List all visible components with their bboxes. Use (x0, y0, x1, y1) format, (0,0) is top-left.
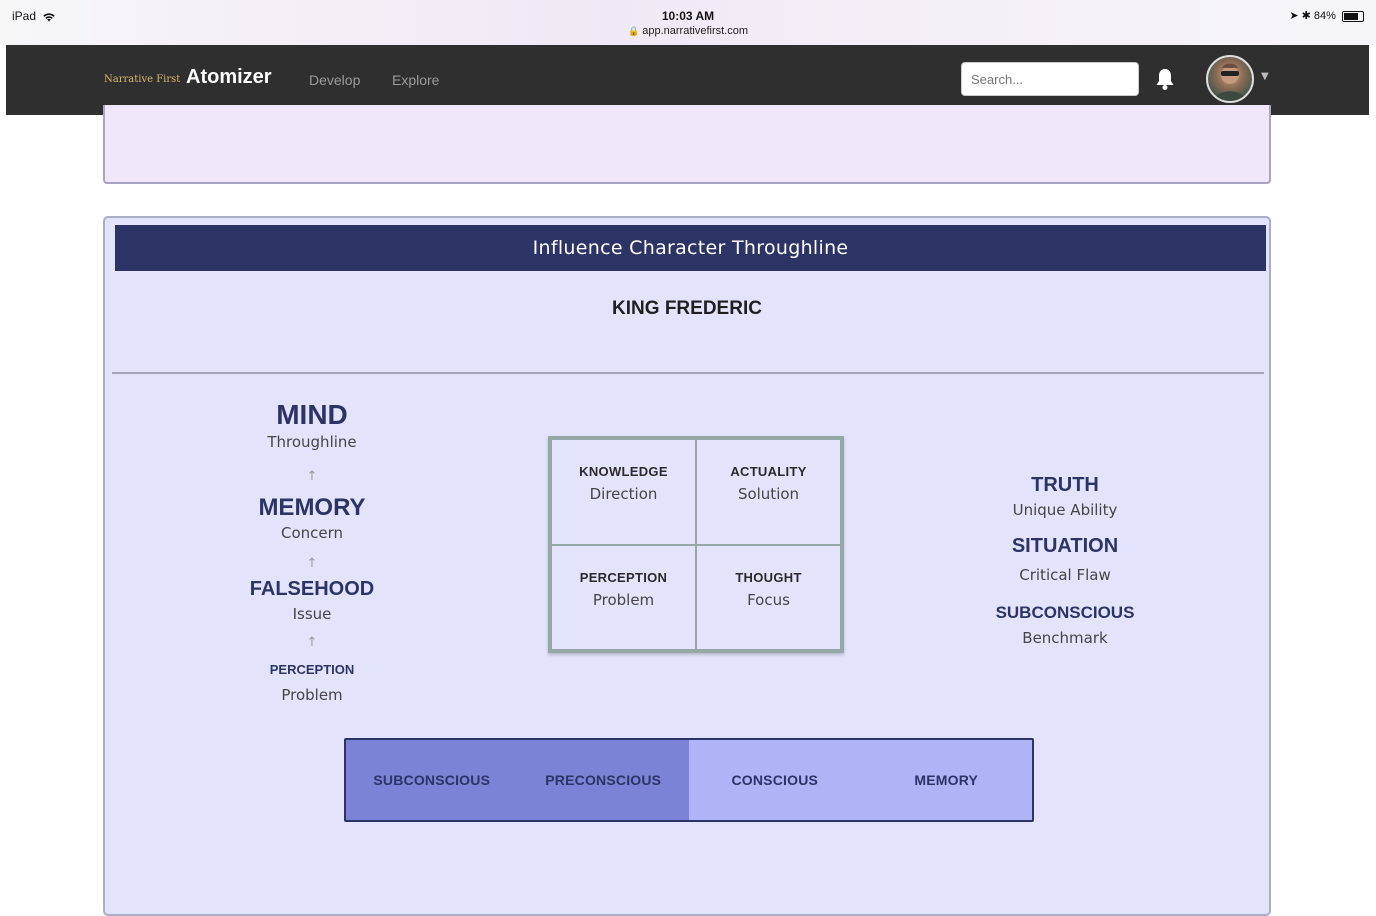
divider (112, 372, 1264, 374)
battery-fill (1344, 12, 1358, 20)
right-level-situation: SITUATION Critical Flaw (965, 535, 1165, 584)
left-level-perception: PERCEPTION Problem (212, 662, 412, 704)
quad-element: ACTUALITY (730, 464, 807, 480)
nav-develop[interactable]: Develop (309, 72, 360, 88)
bluetooth-icon: ✱ (1301, 10, 1311, 22)
bar-segment-memory[interactable]: MEMORY (860, 740, 1032, 820)
battery-icon (1342, 10, 1364, 22)
quad-element: PERCEPTION (579, 569, 668, 585)
level-name: MIND (276, 399, 348, 430)
level-name: FALSEHOOD (249, 578, 375, 600)
level-role: Benchmark (1022, 629, 1108, 647)
left-level-falsehood: FALSEHOOD Issue (212, 578, 412, 623)
arrow-up-icon: ↑ (306, 556, 318, 571)
address-url: app.narrativefirst.com (642, 25, 749, 37)
level-name: SITUATION (1011, 535, 1119, 557)
user-avatar-icon (1214, 63, 1246, 101)
quad-cell-knowledge[interactable]: KNOWLEDGE Direction (551, 439, 696, 545)
quad-cell-perception[interactable]: PERCEPTION Problem (551, 544, 696, 650)
lock-icon: 🔒 (627, 26, 640, 36)
address-bar[interactable]: 🔒 app.narrativefirst.com (0, 24, 1376, 38)
left-level-memory: MEMORY Concern (212, 494, 412, 542)
nav-explore[interactable]: Explore (392, 72, 439, 88)
quad-element: THOUGHT (735, 569, 802, 585)
bar-segment-subconscious[interactable]: SUBCONSCIOUS (346, 740, 518, 820)
quad-cell-thought[interactable]: THOUGHT Focus (696, 544, 841, 650)
level-role: Unique Ability (1012, 501, 1118, 519)
quad-cell-actuality[interactable]: ACTUALITY Solution (696, 439, 841, 545)
level-role: Critical Flaw (1019, 566, 1111, 584)
level-name: SUBCONSCIOUS (995, 603, 1135, 622)
level-role: Issue (292, 605, 332, 623)
right-level-subconscious: SUBCONSCIOUS Benchmark (965, 603, 1165, 647)
element-quad: KNOWLEDGE Direction ACTUALITY Solution P… (548, 436, 844, 653)
dynamic-bar: SUBCONSCIOUS PRECONSCIOUS CONSCIOUS MEMO… (344, 738, 1034, 822)
location-icon: ➤ (1289, 10, 1299, 22)
left-level-mind: MIND Throughline (212, 399, 412, 451)
level-role: Concern (280, 524, 344, 542)
status-right: ➤ ✱ 84% (1289, 9, 1364, 22)
status-center: 10:03 AM 🔒 app.narrativefirst.com (0, 9, 1376, 38)
level-name: TRUTH (1031, 474, 1099, 496)
brand-logo[interactable]: Atomizer (186, 66, 272, 89)
status-time: 10:03 AM (661, 9, 715, 23)
right-level-truth: TRUTH Unique Ability (965, 474, 1165, 519)
level-name: PERCEPTION (269, 662, 355, 677)
panel-header: Influence Character Throughline (115, 225, 1266, 271)
previous-panel (103, 105, 1271, 184)
character-name: KING FREDERIC (612, 298, 762, 319)
level-role: Throughline (267, 433, 357, 451)
quad-role: Solution (737, 485, 800, 504)
arrow-up-icon: ↑ (306, 635, 318, 650)
arrow-up-icon: ↑ (306, 469, 318, 484)
brand-small[interactable]: Narrative First (104, 74, 180, 85)
quad-role: Problem (592, 590, 655, 609)
quad-element: KNOWLEDGE (579, 464, 668, 480)
bar-segment-preconscious[interactable]: PRECONSCIOUS (517, 740, 689, 820)
level-role: Problem (281, 686, 343, 704)
chevron-down-icon[interactable]: ▼ (1261, 71, 1269, 82)
quad-role: Focus (747, 590, 790, 609)
avatar[interactable] (1206, 55, 1254, 103)
influence-character-panel: Influence Character Throughline KING FRE… (103, 216, 1271, 916)
bar-segment-conscious[interactable]: CONSCIOUS (689, 740, 861, 820)
quad-role: Direction (589, 485, 658, 504)
search-input[interactable] (961, 62, 1139, 96)
battery-percent: 84% (1313, 10, 1336, 22)
ios-status-bar: iPad 10:03 AM 🔒 app.narrativefirst.com ➤… (0, 0, 1376, 45)
bell-icon[interactable] (1154, 66, 1176, 92)
level-name: MEMORY (258, 494, 366, 521)
